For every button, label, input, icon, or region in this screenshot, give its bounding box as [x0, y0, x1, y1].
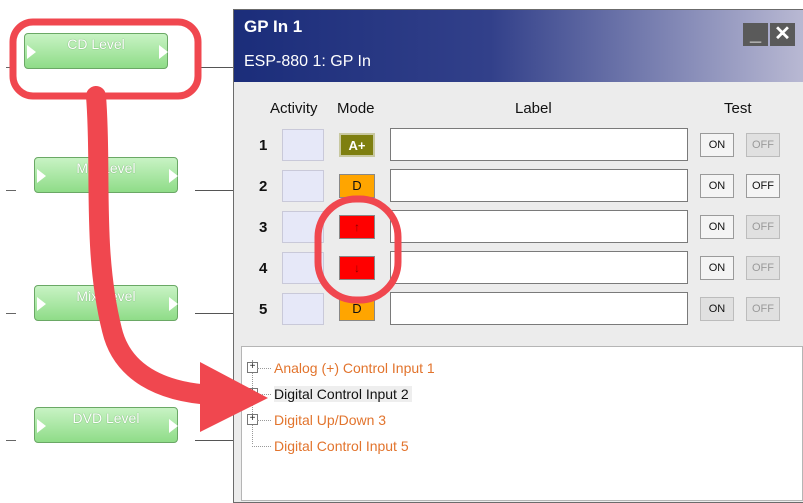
row-number: 5: [259, 301, 268, 318]
mic-level-block[interactable]: Mic Level: [34, 157, 178, 193]
control-grid: Activity Mode Label Test 1 A+ ON OFF 2 D…: [234, 82, 803, 350]
dvd-level-block[interactable]: DVD Level: [34, 407, 178, 443]
activity-indicator: [282, 293, 324, 325]
wire-in: [6, 190, 16, 191]
test-on-button[interactable]: ON: [700, 174, 734, 198]
label-field[interactable]: [390, 292, 688, 325]
output-port[interactable]: [169, 297, 178, 311]
activity-header: Activity: [270, 100, 318, 117]
wire-out: [196, 67, 236, 68]
close-icon[interactable]: ✕: [770, 23, 795, 46]
row-number: 3: [259, 219, 268, 236]
label-field[interactable]: [390, 169, 688, 202]
test-off-button[interactable]: OFF: [746, 133, 780, 157]
tree-item-selected[interactable]: Digital Control Input 2: [274, 386, 412, 402]
gp-in-window: GP In 1 ESP-880 1: GP In _ ✕ Activity Mo…: [233, 9, 803, 503]
mix-level-block[interactable]: Mix Level: [34, 285, 178, 321]
activity-indicator: [282, 252, 324, 284]
row-number: 2: [259, 178, 268, 195]
cd-level-block[interactable]: CD Level: [24, 33, 168, 69]
test-off-button[interactable]: OFF: [746, 215, 780, 239]
mode-button-digital[interactable]: D: [339, 174, 375, 198]
row-number: 1: [259, 137, 268, 154]
mode-button-analog-plus[interactable]: A+: [339, 133, 375, 157]
wire-out: [195, 313, 236, 314]
test-on-button[interactable]: ON: [700, 215, 734, 239]
block-label: Mic Level: [76, 160, 136, 176]
test-header: Test: [724, 100, 752, 117]
activity-indicator: [282, 211, 324, 243]
label-field[interactable]: [390, 128, 688, 161]
title-bar[interactable]: GP In 1 ESP-880 1: GP In _ ✕: [234, 10, 803, 82]
wire-out: [195, 440, 236, 441]
mode-button-up[interactable]: ↑: [339, 215, 375, 239]
window-title: GP In 1: [244, 17, 303, 36]
test-on-button[interactable]: ON: [700, 256, 734, 280]
row-number: 4: [259, 260, 268, 277]
output-port[interactable]: [169, 169, 178, 183]
tree-connector: [257, 420, 271, 421]
tree-connector: [257, 394, 271, 395]
wire-out: [195, 190, 236, 191]
window-subtitle: ESP-880 1: GP In: [244, 53, 371, 70]
block-label: CD Level: [67, 36, 125, 52]
wire-in: [6, 67, 16, 68]
label-header: Label: [515, 100, 552, 117]
mode-header: Mode: [337, 100, 375, 117]
test-off-button[interactable]: OFF: [746, 174, 780, 198]
label-field[interactable]: [390, 210, 688, 243]
label-field[interactable]: [390, 251, 688, 284]
wire-in: [6, 313, 16, 314]
block-label: Mix Level: [76, 288, 136, 304]
block-label: DVD Level: [72, 410, 140, 426]
test-off-button[interactable]: OFF: [746, 297, 780, 321]
activity-indicator: [282, 129, 324, 161]
test-on-button[interactable]: ON: [700, 297, 734, 321]
activity-indicator: [282, 170, 324, 202]
output-port[interactable]: [159, 45, 168, 59]
tree-connector: [257, 368, 271, 369]
test-on-button[interactable]: ON: [700, 133, 734, 157]
minimize-icon[interactable]: _: [743, 23, 768, 46]
tree-connector: [252, 446, 271, 447]
tree-item[interactable]: Analog (+) Control Input 1: [274, 360, 435, 376]
tree-item[interactable]: Digital Control Input 5: [274, 438, 409, 454]
design-canvas: CD Level Mic Level Mix Level DVD Level: [0, 0, 236, 503]
tree-item[interactable]: Digital Up/Down 3: [274, 412, 386, 428]
mode-button-digital[interactable]: D: [339, 297, 375, 321]
wire-in: [6, 440, 16, 441]
output-port[interactable]: [169, 419, 178, 433]
control-input-tree: + Analog (+) Control Input 1 + Digital C…: [241, 346, 803, 501]
mode-button-down[interactable]: ↓: [339, 256, 375, 280]
test-off-button[interactable]: OFF: [746, 256, 780, 280]
